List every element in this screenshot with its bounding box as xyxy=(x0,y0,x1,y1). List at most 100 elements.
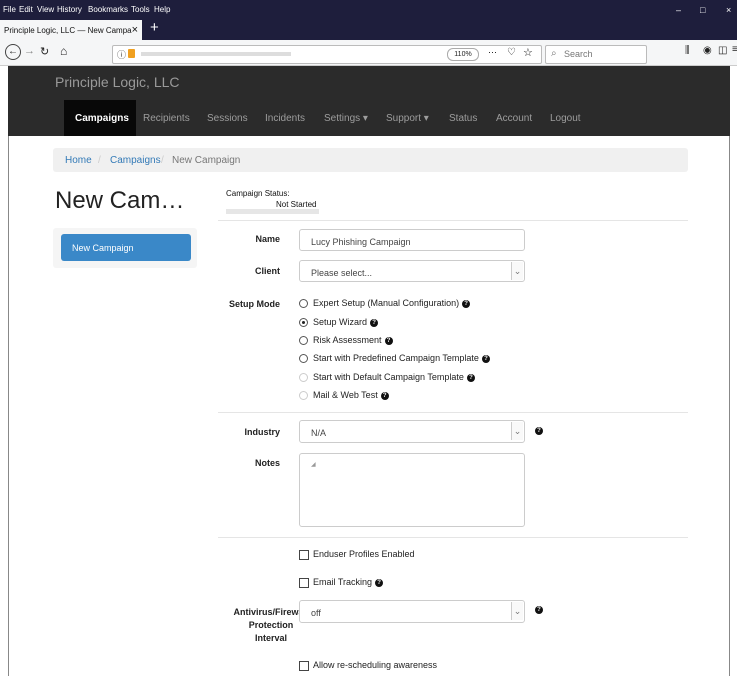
setup-option-label: Expert Setup (Manual Configuration) xyxy=(313,298,460,308)
menu-history[interactable]: History xyxy=(57,5,82,14)
new-tab-button[interactable]: + xyxy=(150,19,159,36)
nav-campaigns[interactable]: Campaigns xyxy=(75,113,129,124)
notes-label: Notes xyxy=(254,458,280,468)
client-select-value: Please select... xyxy=(311,268,373,278)
divider xyxy=(218,220,688,221)
browser-menu-bar: File Edit View History Bookmarks Tools H… xyxy=(0,0,737,18)
content-border-right xyxy=(729,136,730,676)
sidebar-icon[interactable]: ◫ xyxy=(718,45,727,56)
name-input[interactable]: Lucy Phishing Campaign xyxy=(299,229,525,251)
nav-incidents[interactable]: Incidents xyxy=(265,113,305,124)
nav-support[interactable]: Support ▾ xyxy=(386,113,429,124)
industry-select[interactable]: N/A ⌄ xyxy=(299,420,525,443)
help-icon[interactable]: ? xyxy=(462,299,471,308)
browser-search-input[interactable]: ⌕ Search xyxy=(545,45,647,64)
menu-icon[interactable]: ≡ xyxy=(732,44,737,55)
client-select[interactable]: Please select... ⌄ xyxy=(299,260,525,282)
chevron-down-icon: ⌄ xyxy=(511,422,523,440)
nav-status[interactable]: Status xyxy=(449,113,477,124)
help-icon[interactable]: ? xyxy=(380,391,389,400)
bookmark-star-icon[interactable]: ☆ xyxy=(523,46,533,59)
more-actions-icon[interactable]: ··· xyxy=(488,47,497,57)
name-input-value: Lucy Phishing Campaign xyxy=(311,237,411,247)
industry-select-value: N/A xyxy=(311,428,327,438)
nav-recipients[interactable]: Recipients xyxy=(143,113,190,124)
menu-tools[interactable]: Tools xyxy=(131,5,150,14)
divider xyxy=(218,537,688,538)
lock-warning-icon xyxy=(128,49,135,58)
checkbox-icon[interactable] xyxy=(299,661,309,671)
breadcrumb-current: New Campaign xyxy=(172,155,241,166)
browser-tab[interactable]: Principle Logic, LLC — New Campa × xyxy=(0,20,142,40)
email-tracking-label: Email Tracking xyxy=(313,577,373,587)
radio-icon[interactable] xyxy=(299,354,308,363)
setup-option-label: Start with Predefined Campaign Template xyxy=(313,353,479,363)
menu-edit[interactable]: Edit xyxy=(19,5,33,14)
search-placeholder: Search xyxy=(564,49,593,59)
divider xyxy=(218,412,688,413)
menu-bookmarks[interactable]: Bookmarks xyxy=(88,5,128,14)
antivirus-interval-select[interactable]: off ⌄ xyxy=(299,600,525,623)
campaign-status-bar xyxy=(226,209,319,214)
breadcrumb-sep: / xyxy=(98,155,101,166)
antivirus-help-icon[interactable]: ? xyxy=(535,606,543,614)
search-icon: ⌕ xyxy=(551,48,557,59)
setup-option-label: Start with Default Campaign Template xyxy=(313,372,464,382)
notes-textarea[interactable]: ◢ xyxy=(299,453,525,527)
help-icon[interactable]: ? xyxy=(466,373,475,382)
chevron-down-icon: ⌄ xyxy=(511,602,523,620)
radio-icon[interactable] xyxy=(299,299,308,308)
setup-option-label: Mail & Web Test xyxy=(313,390,378,400)
reload-icon[interactable]: ↻ xyxy=(40,45,49,58)
nav-settings[interactable]: Settings ▾ xyxy=(324,113,368,124)
tab-close-icon[interactable]: × xyxy=(132,24,138,36)
account-icon[interactable]: ◉ xyxy=(703,45,712,56)
back-icon[interactable]: ← xyxy=(5,44,21,60)
checkbox-icon[interactable] xyxy=(299,578,309,588)
help-icon[interactable]: ? xyxy=(375,578,384,587)
home-icon[interactable]: ⌂ xyxy=(60,44,67,58)
tab-title: Principle Logic, LLC — New Campa xyxy=(4,26,132,35)
setup-option-label: Risk Assessment xyxy=(313,335,382,345)
antivirus-select-value: off xyxy=(311,608,321,618)
client-label: Client xyxy=(254,266,280,276)
forward-icon[interactable]: → xyxy=(24,45,35,57)
menu-view[interactable]: View xyxy=(37,5,54,14)
menu-file[interactable]: File xyxy=(3,5,16,14)
new-campaign-side-button[interactable]: New Campaign xyxy=(61,234,191,261)
breadcrumb-sep: / xyxy=(161,155,164,166)
breadcrumb-campaigns[interactable]: Campaigns xyxy=(110,155,161,166)
info-icon[interactable]: ⓘ xyxy=(117,48,126,61)
radio-disabled-icon xyxy=(299,373,308,382)
setup-option-label: Setup Wizard xyxy=(313,317,368,327)
setup-mode-label: Setup Mode xyxy=(229,299,280,309)
brand-title[interactable]: Principle Logic, LLC xyxy=(55,74,180,90)
menu-help[interactable]: Help xyxy=(154,5,170,14)
radio-icon[interactable] xyxy=(299,336,308,345)
close-window-button[interactable]: × xyxy=(726,5,731,15)
content-border-left xyxy=(8,136,9,676)
new-campaign-side-label: New Campaign xyxy=(72,243,134,253)
maximize-button[interactable]: □ xyxy=(700,5,705,15)
breadcrumb-home[interactable]: Home xyxy=(65,155,92,166)
nav-account[interactable]: Account xyxy=(496,113,532,124)
resize-handle-icon[interactable]: ◢ xyxy=(311,461,522,525)
pocket-icon[interactable]: ♡ xyxy=(507,47,516,58)
minimize-button[interactable]: – xyxy=(676,5,681,15)
help-icon[interactable]: ? xyxy=(370,318,379,327)
campaign-status-value: Not Started xyxy=(276,200,317,209)
nav-sessions[interactable]: Sessions xyxy=(207,113,248,124)
page-title: New Cam… xyxy=(55,187,185,214)
industry-label: Industry xyxy=(244,427,280,437)
industry-help-icon[interactable]: ? xyxy=(535,427,543,435)
library-icon[interactable]: ⫼ xyxy=(685,45,690,56)
zoom-indicator[interactable]: 110% xyxy=(447,48,479,61)
help-icon[interactable]: ? xyxy=(384,336,393,345)
help-icon[interactable]: ? xyxy=(481,354,490,363)
radio-disabled-icon xyxy=(299,391,308,400)
checkbox-icon[interactable] xyxy=(299,550,309,560)
radio-checked-icon[interactable] xyxy=(299,318,308,327)
nav-logout[interactable]: Logout xyxy=(550,113,581,124)
antivirus-label-line: Interval xyxy=(254,633,287,643)
chevron-down-icon: ⌄ xyxy=(511,262,523,280)
